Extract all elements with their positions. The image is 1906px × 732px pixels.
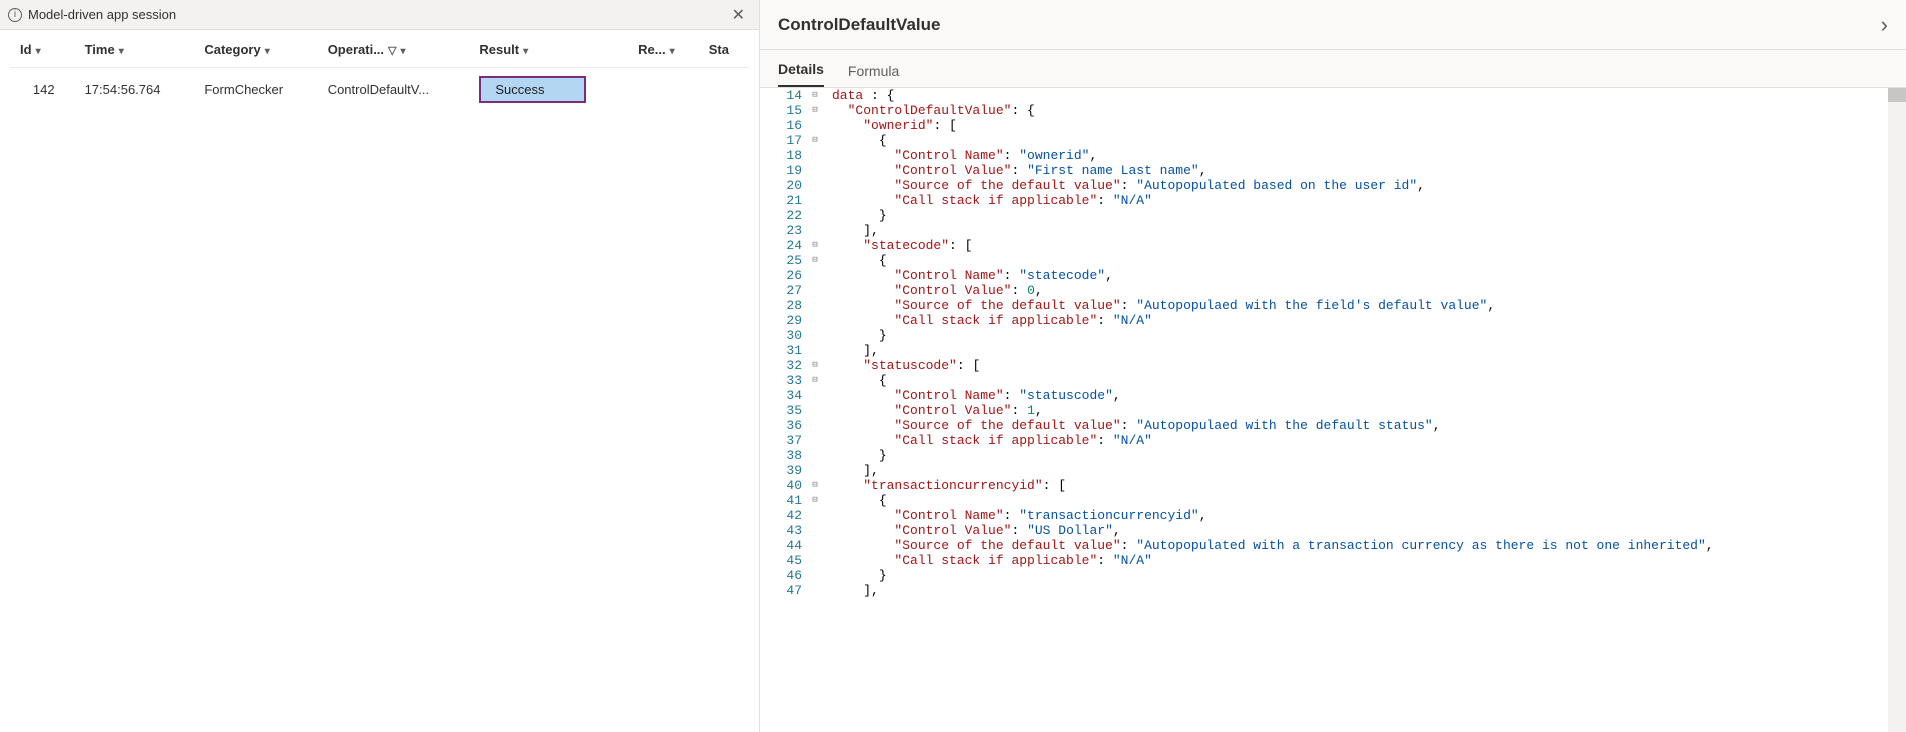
- chevron-down-icon: ▾: [265, 46, 270, 57]
- filter-icon[interactable]: ▽: [388, 45, 396, 57]
- line-number-gutter: 1415161718192021222324252627282930313233…: [760, 88, 808, 732]
- chevron-down-icon: ▾: [670, 46, 675, 57]
- tab-details[interactable]: Details: [778, 61, 824, 87]
- scrollbar-thumb[interactable]: [1888, 88, 1906, 102]
- cell-id: 142: [10, 68, 75, 112]
- chevron-down-icon: ▾: [523, 46, 528, 57]
- col-time[interactable]: Time▾: [75, 30, 195, 68]
- code-viewer[interactable]: 1415161718192021222324252627282930313233…: [760, 88, 1906, 732]
- cell-category: FormChecker: [194, 68, 317, 112]
- chevron-down-icon: ▾: [401, 46, 406, 57]
- col-category[interactable]: Category▾: [194, 30, 317, 68]
- chevron-down-icon: ▾: [119, 46, 124, 57]
- tab-formula[interactable]: Formula: [848, 63, 899, 87]
- chevron-down-icon: ▾: [36, 46, 41, 57]
- cell-re: [628, 68, 699, 112]
- col-id[interactable]: Id▾: [10, 30, 75, 68]
- cell-operation: ControlDefaultV...: [318, 68, 470, 112]
- minimap-scrollbar[interactable]: [1888, 88, 1906, 732]
- left-pane-title: Model-driven app session: [28, 7, 176, 22]
- code-content[interactable]: data : { "ControlDefaultValue": { "owner…: [822, 88, 1906, 732]
- close-icon[interactable]: ✕: [726, 3, 751, 27]
- cell-time: 17:54:56.764: [75, 68, 195, 112]
- right-pane: ControlDefaultValue › Details Formula 14…: [760, 0, 1906, 732]
- table-header-row: Id▾ Time▾ Category▾ Operati...▽▾ Result▾…: [10, 30, 749, 68]
- info-icon: i: [8, 8, 22, 22]
- col-result[interactable]: Result▾: [469, 30, 628, 68]
- cell-sta: [699, 68, 749, 112]
- col-re[interactable]: Re...▾: [628, 30, 699, 68]
- col-sta[interactable]: Sta: [699, 30, 749, 68]
- col-operation[interactable]: Operati...▽▾: [318, 30, 470, 68]
- detail-title: ControlDefaultValue: [778, 15, 940, 35]
- log-table: Id▾ Time▾ Category▾ Operati...▽▾ Result▾…: [10, 30, 749, 732]
- table-row[interactable]: 142 17:54:56.764 FormChecker ControlDefa…: [10, 68, 749, 112]
- right-pane-header: ControlDefaultValue ›: [760, 0, 1906, 50]
- fold-gutter[interactable]: ⊟⊟⊟⊟⊟⊟⊟⊟⊟: [808, 88, 822, 732]
- tabs: Details Formula: [760, 50, 1906, 88]
- left-pane: i Model-driven app session ✕ Id▾ Time▾ C…: [0, 0, 760, 732]
- cell-result[interactable]: Success: [469, 68, 628, 112]
- chevron-right-icon[interactable]: ›: [1881, 12, 1888, 38]
- left-pane-header: i Model-driven app session ✕: [0, 0, 759, 30]
